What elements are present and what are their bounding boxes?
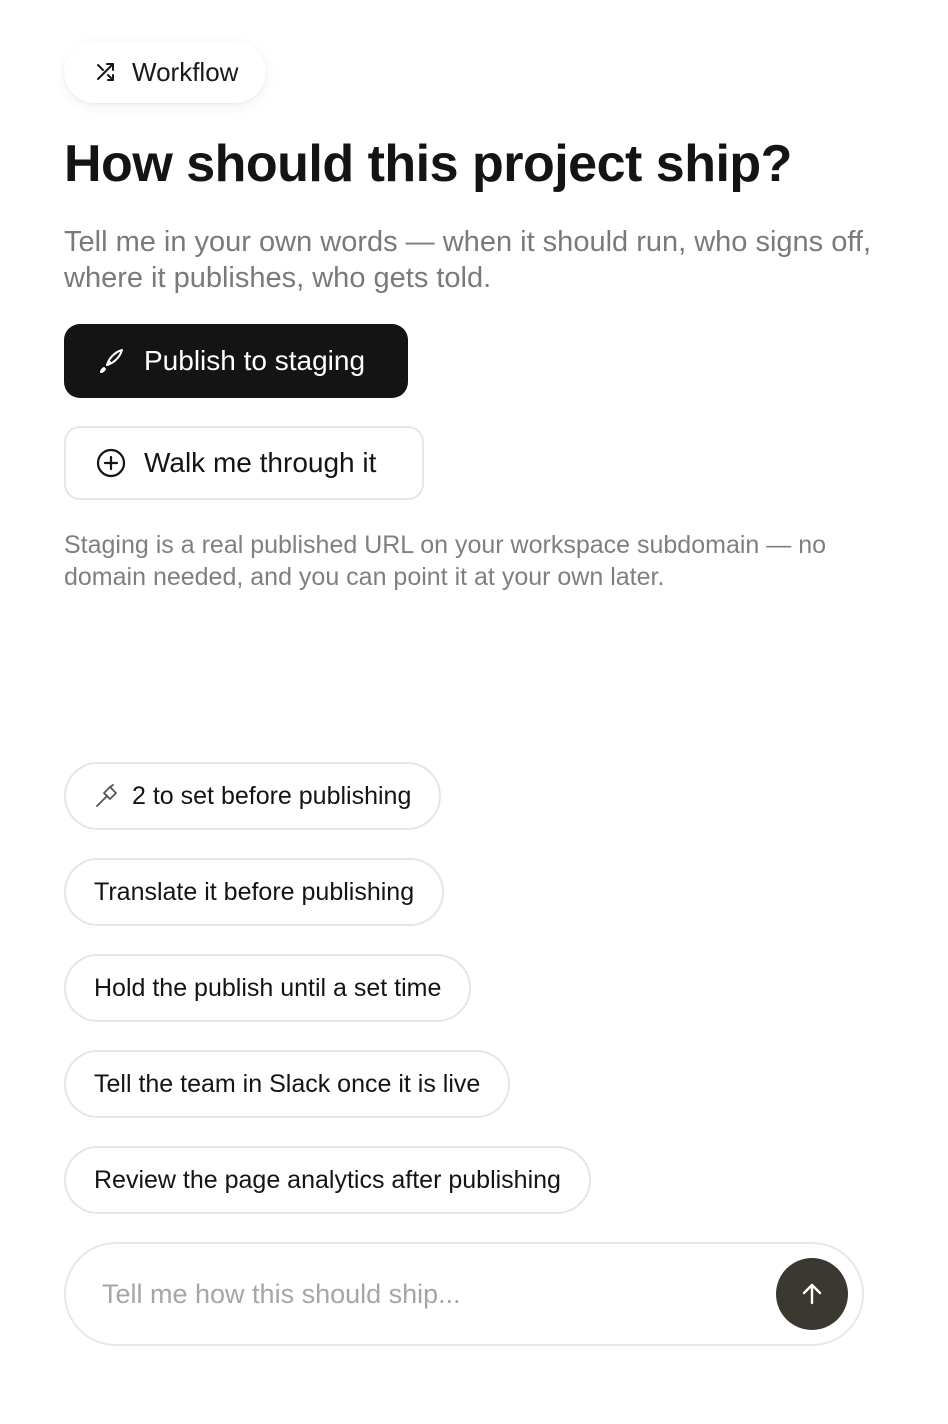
- publish-to-staging-label: Publish to staging: [144, 345, 366, 376]
- suggestion-pill[interactable]: Tell the team in Slack once it is live: [64, 1050, 511, 1118]
- composer: [64, 1242, 864, 1346]
- page-subtitle: Tell me in your own words — when it shou…: [64, 226, 872, 294]
- ship-instructions-input[interactable]: [100, 1277, 776, 1311]
- workflow-chip[interactable]: Workflow: [64, 41, 267, 103]
- hammer-icon: [94, 783, 120, 809]
- send-button[interactable]: [776, 1258, 848, 1330]
- suggestion-label: Hold the publish until a set time: [94, 973, 442, 1002]
- suggestion-label: Tell the team in Slack once it is live: [94, 1069, 481, 1098]
- page-title: How should this project ship?: [64, 135, 792, 193]
- suggestion-pill[interactable]: Review the page analytics after publishi…: [64, 1146, 591, 1214]
- suggestion-pill[interactable]: Translate it before publishing: [64, 858, 445, 926]
- walk-me-through-label: Walk me through it: [144, 447, 377, 478]
- workflow-chip-label: Workflow: [132, 56, 239, 87]
- suggestion-label: Translate it before publishing: [94, 877, 415, 906]
- shuffle-icon: [94, 60, 118, 84]
- staging-note: Staging is a real published URL on your …: [64, 531, 826, 591]
- setup-required-label: 2 to set before publishing: [132, 781, 412, 810]
- arrow-up-icon: [798, 1280, 826, 1308]
- setup-required-pill[interactable]: 2 to set before publishing: [64, 762, 442, 830]
- walk-me-through-button[interactable]: Walk me through it: [64, 426, 424, 500]
- suggestion-label: Review the page analytics after publishi…: [94, 1165, 561, 1194]
- plus-circle-icon: [96, 448, 126, 478]
- rocket-icon: [96, 346, 126, 376]
- suggestion-pill[interactable]: Hold the publish until a set time: [64, 954, 472, 1022]
- publish-to-staging-button[interactable]: Publish to staging: [64, 324, 408, 398]
